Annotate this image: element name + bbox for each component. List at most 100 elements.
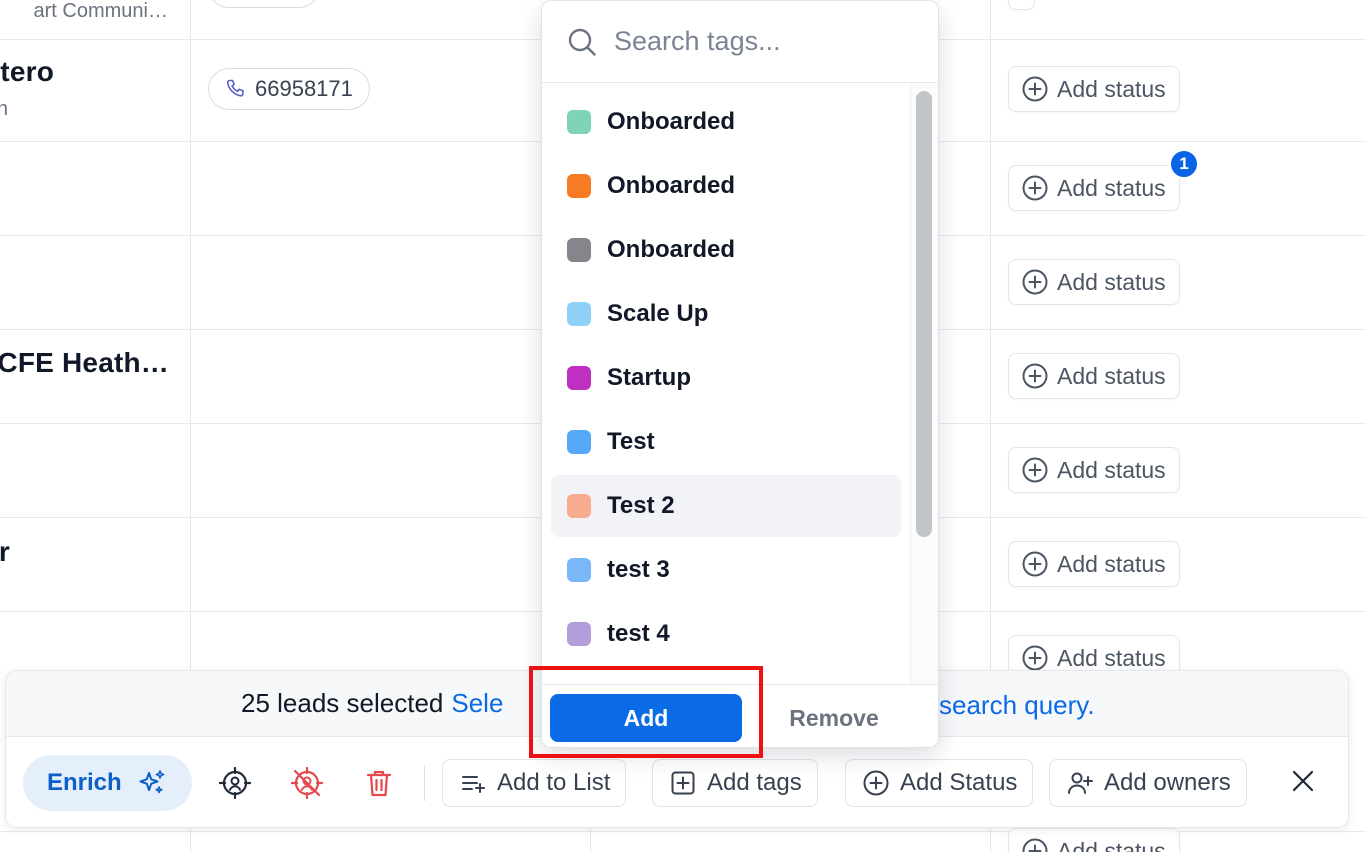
plus-circle-icon <box>1022 551 1048 577</box>
tag-color-swatch <box>567 430 591 454</box>
add-status-label: Add status <box>1057 174 1166 201</box>
tag-label: Onboarded <box>607 108 736 135</box>
phone-number: 66958171 <box>255 76 353 101</box>
add-status-label: Add status <box>1057 644 1166 671</box>
tag-color-swatch <box>567 622 591 646</box>
enrich-button[interactable]: Enrich <box>23 755 192 811</box>
plus-circle-icon <box>1022 645 1048 671</box>
bulk-actions: Enrich Add to List Add tags Add Status A… <box>6 737 1348 829</box>
trash-icon <box>366 770 392 797</box>
lead-name-cell: art Communi… <box>0 0 190 39</box>
unassign-target-button[interactable] <box>285 761 329 805</box>
lead-name-cell: r <box>0 518 190 611</box>
lead-company: art Communi… <box>33 0 168 22</box>
tag-option[interactable]: test 3 <box>551 539 901 601</box>
phone-chip[interactable] <box>208 0 320 8</box>
select-all-link[interactable]: Sele <box>451 688 503 719</box>
tag-label: Onboarded <box>607 236 736 263</box>
add-owners-button[interactable]: Add owners <box>1049 759 1247 807</box>
tag-label: test 4 <box>607 620 670 647</box>
search-icon <box>568 28 596 56</box>
tag-label: Test <box>607 428 655 455</box>
tag-dropdown: Onboarded Onboarded Onboarded Scale Up Start… <box>541 0 939 748</box>
plus-circle-icon <box>1022 838 1048 852</box>
add-status-label: Add status <box>1057 362 1166 389</box>
assign-target-button[interactable] <box>213 761 257 805</box>
close-bulk-bar-button[interactable] <box>1283 761 1323 801</box>
tag-list: Onboarded Onboarded Onboarded Scale Up Start… <box>542 84 908 684</box>
delete-button[interactable] <box>357 761 401 805</box>
add-status-label: Add status <box>1057 837 1166 852</box>
sparkles-icon <box>139 770 164 794</box>
lead-name[interactable]: CFE Heath… <box>0 347 169 379</box>
remove-tag-button[interactable]: Remove <box>764 694 904 742</box>
toolbar-divider <box>424 765 425 801</box>
tag-option[interactable]: Onboarded <box>551 219 901 281</box>
plus-circle-icon <box>1022 363 1048 389</box>
add-status-button[interactable]: Add status <box>1008 447 1180 493</box>
target-off-icon <box>290 766 324 800</box>
tag-color-swatch <box>567 302 591 326</box>
add-to-list-label: Add to List <box>497 769 611 796</box>
search-query-link[interactable]: search query. <box>939 690 1095 721</box>
add-status-button[interactable]: Add status <box>1008 165 1180 211</box>
tag-label: test 3 <box>607 556 670 583</box>
tag-option[interactable]: Test <box>551 411 901 473</box>
target-person-icon <box>218 766 252 800</box>
add-status-label: Add status <box>1057 75 1166 102</box>
list-add-icon <box>462 776 485 793</box>
lead-name[interactable]: tero <box>0 56 54 88</box>
lead-name-cell: tero n <box>0 40 190 141</box>
plus-square-icon <box>671 771 695 795</box>
plus-circle-icon <box>863 770 889 796</box>
tag-search-input[interactable] <box>614 26 914 57</box>
add-to-list-button[interactable]: Add to List <box>442 759 627 807</box>
add-status-label: Add status <box>1057 456 1166 483</box>
notification-badge: 1 <box>1169 149 1199 179</box>
enrich-label: Enrich <box>47 769 122 796</box>
user-plus-icon <box>1068 772 1093 794</box>
add-status-button[interactable] <box>1008 0 1035 10</box>
scrollbar-thumb[interactable] <box>916 91 932 537</box>
plus-circle-icon <box>1022 269 1048 295</box>
tag-label: Onboarded <box>607 172 736 199</box>
tag-label: Scale Up <box>607 300 709 327</box>
add-status-label: Add status <box>1057 268 1166 295</box>
tag-color-swatch <box>567 366 591 390</box>
add-status-bulk-label: Add Status <box>900 769 1018 796</box>
tag-option[interactable]: Scale Up <box>551 283 901 345</box>
tag-option[interactable]: test 4 <box>551 603 901 665</box>
add-status-button[interactable]: Add status <box>1008 66 1180 112</box>
plus-circle-icon <box>1022 76 1048 102</box>
add-owners-label: Add owners <box>1104 769 1231 796</box>
add-status-button[interactable]: Add status <box>1008 828 1180 852</box>
add-status-label: Add status <box>1057 550 1166 577</box>
plus-circle-icon <box>1022 175 1048 201</box>
add-status-bulk-button[interactable]: Add Status <box>845 759 1034 807</box>
table-row[interactable]: Add status <box>0 828 1366 852</box>
add-tags-label: Add tags <box>707 769 802 796</box>
lead-name-cell: CFE Heath… <box>0 330 190 423</box>
add-status-button[interactable]: Add status <box>1008 353 1180 399</box>
tag-label: Test 2 <box>607 492 675 519</box>
add-status-button[interactable]: Add status <box>1008 541 1180 587</box>
lead-name[interactable]: r <box>0 536 10 568</box>
plus-circle-icon <box>1022 457 1048 483</box>
tag-color-swatch <box>567 174 591 198</box>
close-icon <box>1292 770 1314 792</box>
lead-company: n <box>0 98 8 120</box>
tag-option[interactable]: Startup <box>551 347 901 409</box>
add-tags-button[interactable]: Add tags <box>652 759 818 807</box>
tag-option[interactable]: Onboarded <box>551 155 901 217</box>
phone-icon <box>226 79 244 97</box>
tag-color-swatch <box>567 558 591 582</box>
tag-color-swatch <box>567 110 591 134</box>
add-status-button[interactable]: Add status <box>1008 259 1180 305</box>
tag-option[interactable]: Onboarded <box>551 91 901 153</box>
phone-chip[interactable]: 66958171 <box>208 68 370 110</box>
tag-color-swatch <box>567 238 591 262</box>
add-tag-button[interactable]: Add <box>550 694 742 742</box>
tag-option[interactable]: Test 2 <box>551 475 901 537</box>
tag-label: Startup <box>607 364 691 391</box>
tag-color-swatch <box>567 494 591 518</box>
